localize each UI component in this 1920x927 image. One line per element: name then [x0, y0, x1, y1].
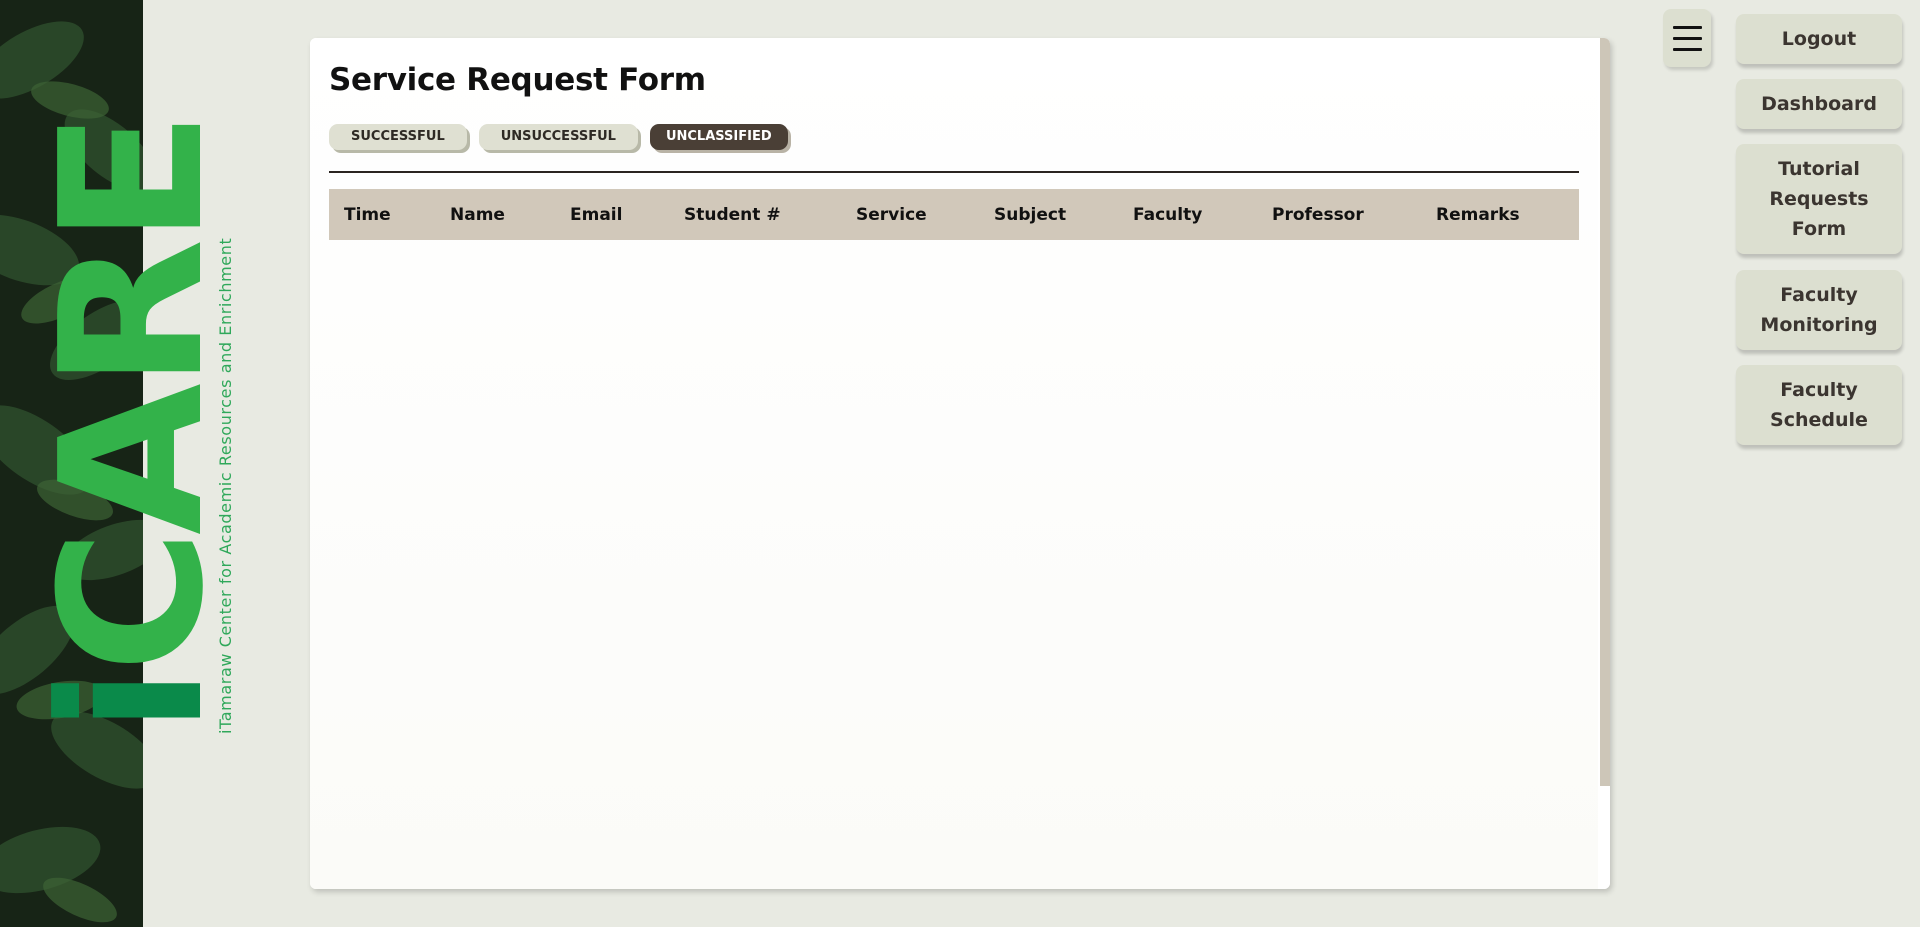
column-header-email: Email: [570, 205, 623, 225]
brand-name-rest: CARE: [19, 116, 247, 673]
brand-name-first: i: [19, 672, 247, 734]
page-title: Service Request Form: [329, 62, 706, 98]
faculty-schedule-button[interactable]: Faculty Schedule: [1736, 365, 1902, 445]
column-header-service: Service: [856, 205, 927, 225]
scrollbar-thumb[interactable]: [1600, 38, 1610, 786]
column-header-time: Time: [344, 205, 391, 225]
faculty-monitoring-button[interactable]: Faculty Monitoring: [1736, 270, 1902, 350]
column-header-remarks: Remarks: [1436, 205, 1520, 225]
filter-unclassified-button[interactable]: UNCLASSIFIED: [649, 124, 788, 150]
column-header-professor: Professor: [1272, 205, 1364, 225]
filter-successful-button[interactable]: SUCCESSFUL: [329, 124, 467, 150]
column-header-faculty: Faculty: [1133, 205, 1203, 225]
requests-table: Time Name Email Student # Service Subjec…: [329, 189, 1579, 240]
divider: [329, 171, 1579, 173]
tutorial-requests-form-button[interactable]: Tutorial Requests Form: [1736, 144, 1902, 254]
card-content: Service Request Form SUCCESSFUL UNSUCCES…: [310, 38, 1598, 889]
main-card: Service Request Form SUCCESSFUL UNSUCCES…: [310, 38, 1610, 889]
logout-button[interactable]: Logout: [1736, 14, 1902, 64]
table-header: Time Name Email Student # Service Subjec…: [329, 189, 1579, 240]
filter-unsuccessful-button[interactable]: UNSUCCESSFUL: [478, 124, 638, 150]
brand-subtitle: iTamaraw Center for Academic Resources a…: [216, 237, 235, 734]
brand-logo: iCARE iTamaraw Center for Academic Resou…: [19, 116, 247, 734]
dashboard-button[interactable]: Dashboard: [1736, 79, 1902, 129]
brand-name: iCARE: [19, 116, 247, 734]
column-header-name: Name: [450, 205, 505, 225]
scrollbar-track[interactable]: [1600, 38, 1610, 889]
column-header-student-number: Student #: [684, 205, 781, 225]
column-header-subject: Subject: [994, 205, 1067, 225]
hamburger-icon[interactable]: [1663, 9, 1711, 67]
filter-group: SUCCESSFUL UNSUCCESSFUL UNCLASSIFIED: [329, 124, 788, 150]
